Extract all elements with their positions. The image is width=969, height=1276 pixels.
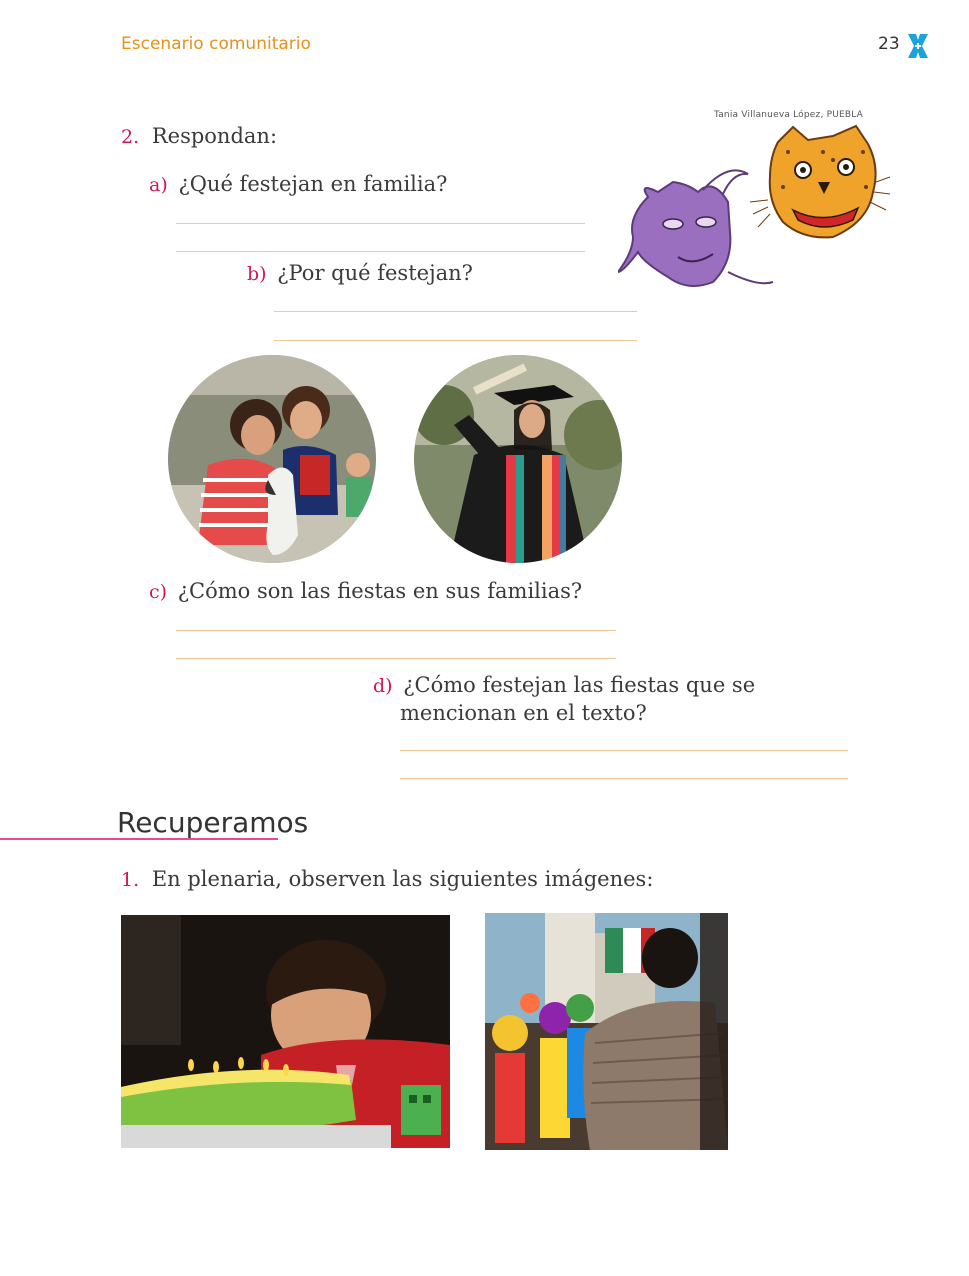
- jaguar-mask-icon: [749, 124, 891, 239]
- question-2a: a) ¿Qué festejan en familia?: [149, 172, 447, 196]
- question-2: 2. Respondan:: [121, 124, 277, 148]
- question-2c-letter: c): [149, 581, 168, 603]
- devil-mask-icon: [618, 169, 774, 287]
- photo-graduate-circle: [414, 355, 622, 563]
- question-2b: b) ¿Por qué festejan?: [247, 261, 473, 285]
- question-2d-letter: d): [373, 675, 393, 697]
- book-logo-icon: [908, 34, 928, 58]
- section-header-title: Escenario comunitario: [121, 34, 311, 54]
- question-2-label: Respondan:: [151, 124, 278, 148]
- question-1: 1. En plenaria, observen las siguientes …: [121, 867, 653, 891]
- question-2a-text: ¿Qué festejan en familia?: [178, 172, 448, 196]
- photo-festival-procession: [485, 913, 728, 1150]
- question-1-number: 1.: [121, 869, 140, 891]
- answer-line-2a-1[interactable]: [176, 223, 585, 224]
- question-2-number: 2.: [121, 126, 140, 148]
- question-2d-text-line1: ¿Cómo festejan las fiestas que se: [403, 673, 756, 697]
- photo-girls-circle: [168, 355, 376, 563]
- question-2a-letter: a): [149, 174, 168, 196]
- answer-line-2d-1[interactable]: [400, 750, 848, 751]
- answer-line-2a-2[interactable]: [176, 251, 585, 252]
- answer-line-2c-1[interactable]: [176, 630, 616, 631]
- photo-birthday-cake: [121, 915, 450, 1148]
- question-2b-letter: b): [247, 263, 267, 285]
- question-1-label: En plenaria, observen las siguientes imá…: [151, 867, 654, 891]
- section-underline: [0, 838, 278, 840]
- question-2c-text: ¿Cómo son las fiestas en sus familias?: [177, 579, 583, 603]
- answer-line-2b-2[interactable]: [274, 340, 637, 341]
- page-number: 23: [878, 34, 900, 54]
- answer-line-2c-2[interactable]: [176, 658, 616, 659]
- section-title-recuperamos: Recuperamos: [117, 806, 309, 839]
- question-2b-text: ¿Por qué festejan?: [277, 261, 473, 285]
- masks-illustration: [618, 124, 891, 287]
- question-2d: d) ¿Cómo festejan las fiestas que se men…: [373, 672, 755, 727]
- question-2d-text-line2: mencionan en el texto?: [400, 701, 647, 725]
- answer-line-2d-2[interactable]: [400, 778, 848, 779]
- illustration-credit: Tania Villanueva López, PUEBLA: [714, 110, 864, 120]
- question-2c: c) ¿Cómo son las fiestas en sus familias…: [149, 579, 582, 603]
- answer-line-2b-1[interactable]: [274, 311, 637, 312]
